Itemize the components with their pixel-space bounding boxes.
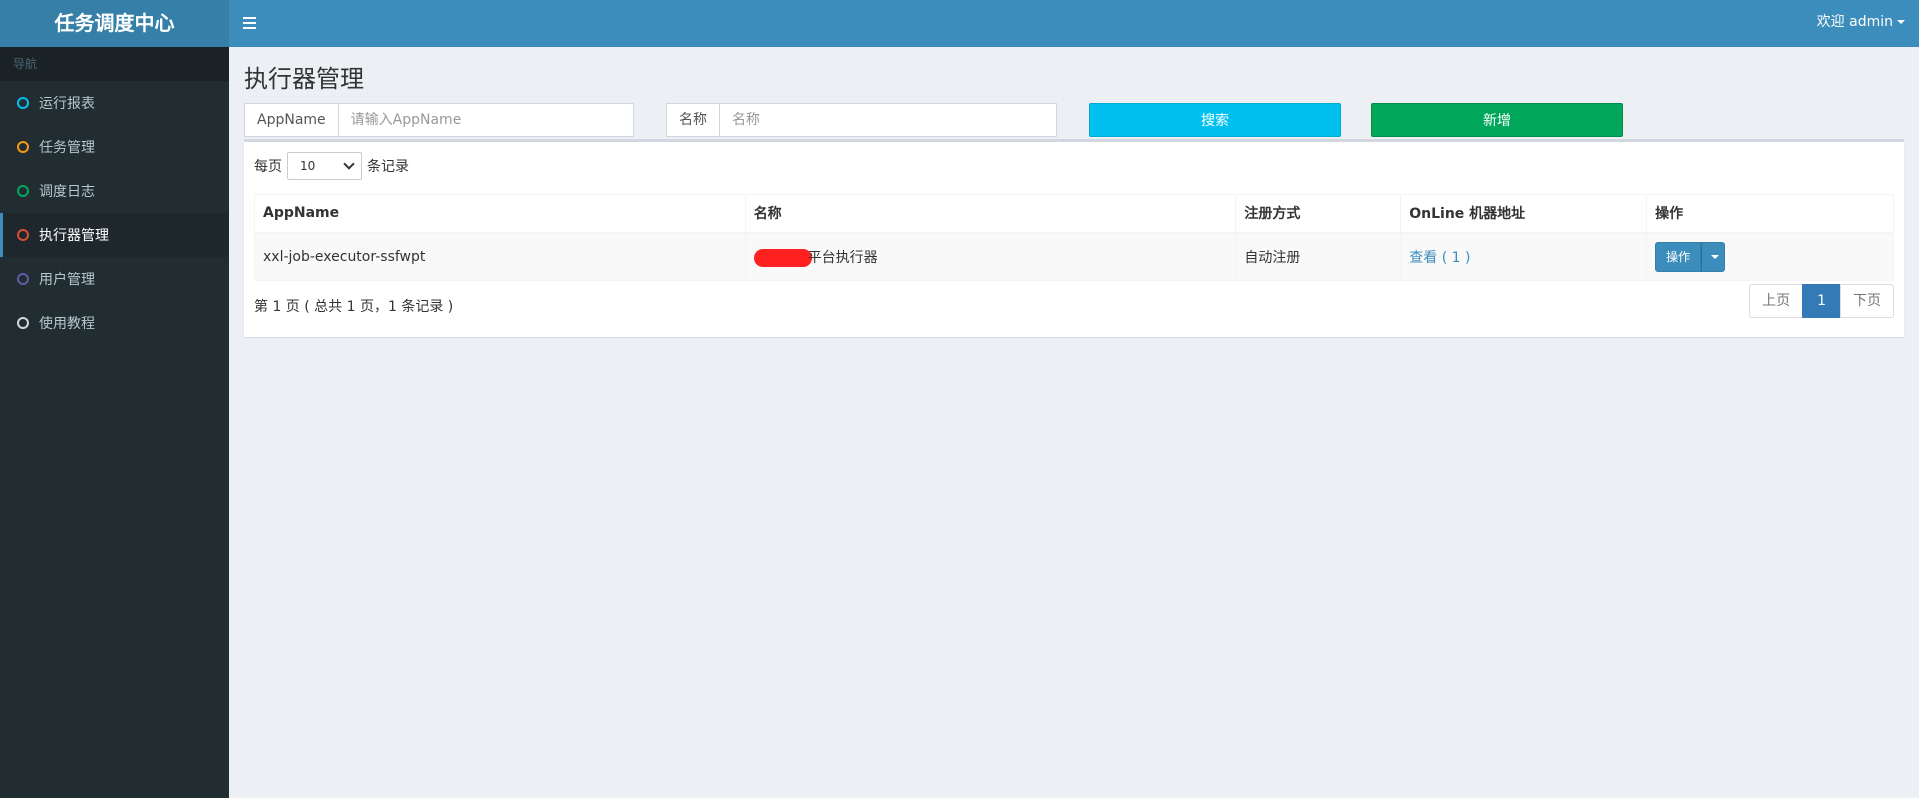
page-length-value: 10 bbox=[300, 159, 316, 173]
cell-action: 操作 bbox=[1646, 232, 1894, 281]
sidebar-item-label: 使用教程 bbox=[39, 316, 95, 332]
column-header-registry[interactable]: 注册方式 bbox=[1235, 194, 1402, 234]
add-button[interactable]: 新增 bbox=[1371, 103, 1623, 137]
chevron-down-icon bbox=[343, 158, 355, 170]
action-button[interactable]: 操作 bbox=[1655, 241, 1702, 272]
cell-name: 平台执行器 bbox=[744, 232, 1237, 281]
sidebar-item-logs[interactable]: 调度日志 bbox=[0, 169, 229, 213]
column-header-name[interactable]: 名称 bbox=[744, 194, 1237, 234]
sidebar-item-label: 执行器管理 bbox=[39, 228, 109, 244]
page-length-select[interactable]: 10 bbox=[287, 152, 362, 180]
cell-name-text: 平台执行器 bbox=[807, 249, 878, 266]
name-input[interactable] bbox=[720, 103, 1057, 137]
appname-input[interactable] bbox=[338, 103, 634, 137]
page-title: 执行器管理 bbox=[244, 65, 364, 93]
view-online-link[interactable]: 查看 ( 1 ) bbox=[1409, 250, 1470, 266]
circle-icon bbox=[17, 185, 29, 197]
top-navbar: 欢迎 admin bbox=[229, 0, 1919, 47]
caret-down-icon bbox=[1897, 20, 1905, 24]
sidebar-item-label: 任务管理 bbox=[39, 140, 95, 156]
user-greeting: 欢迎 admin bbox=[1816, 14, 1893, 30]
sidebar-item-executors[interactable]: 执行器管理 bbox=[0, 213, 229, 257]
name-label: 名称 bbox=[666, 103, 720, 137]
appname-label: AppName bbox=[244, 103, 339, 137]
caret-down-icon bbox=[1711, 254, 1720, 259]
main-content: 执行器管理 AppName 名称 搜索 新增 每页 10 条记录 AppName… bbox=[229, 47, 1919, 798]
next-page-button[interactable]: 下页 bbox=[1840, 284, 1894, 318]
circle-icon bbox=[17, 317, 29, 329]
page-1-button[interactable]: 1 bbox=[1802, 284, 1841, 318]
column-header-appname[interactable]: AppName bbox=[254, 194, 746, 234]
sidebar-item-label: 运行报表 bbox=[39, 96, 95, 112]
sidebar-item-help[interactable]: 使用教程 bbox=[0, 301, 229, 345]
sidebar-item-report[interactable]: 运行报表 bbox=[0, 81, 229, 125]
sidebar-item-label: 用户管理 bbox=[39, 272, 95, 288]
table-header-row: AppName 名称 注册方式 OnLine 机器地址 操作 bbox=[254, 194, 1894, 234]
search-button[interactable]: 搜索 bbox=[1089, 103, 1341, 137]
sidebar-item-users[interactable]: 用户管理 bbox=[0, 257, 229, 301]
page-length-control: 每页 10 条记录 bbox=[254, 152, 409, 180]
circle-icon bbox=[17, 229, 29, 241]
user-menu[interactable]: 欢迎 admin bbox=[1817, 0, 1905, 44]
sidebar-header: 导航 bbox=[0, 47, 229, 81]
redaction-mark bbox=[753, 248, 812, 267]
circle-icon bbox=[17, 97, 29, 109]
app-logo[interactable]: 任务调度中心 bbox=[0, 0, 229, 47]
cell-online: 查看 ( 1 ) bbox=[1400, 232, 1648, 281]
table-row: xxl-job-executor-ssfwpt 平台执行器 自动注册 查看 ( … bbox=[254, 232, 1894, 281]
sidebar-toggle-icon[interactable] bbox=[243, 13, 265, 33]
cell-registry: 自动注册 bbox=[1235, 232, 1402, 281]
sidebar: 导航 运行报表 任务管理 调度日志 执行器管理 用户管理 使用教程 bbox=[0, 47, 229, 798]
table-info: 第 1 页 ( 总共 1 页，1 条记录 ) bbox=[254, 299, 454, 315]
action-dropdown-toggle[interactable] bbox=[1701, 241, 1726, 272]
action-button-group: 操作 bbox=[1655, 241, 1726, 272]
pagination: 上页 1 下页 bbox=[1749, 284, 1894, 318]
sidebar-item-jobs[interactable]: 任务管理 bbox=[0, 125, 229, 169]
length-suffix: 条记录 bbox=[367, 159, 409, 175]
name-filter: 名称 bbox=[666, 103, 1057, 137]
executor-table: AppName 名称 注册方式 OnLine 机器地址 操作 xxl-job-e… bbox=[254, 194, 1894, 281]
cell-appname: xxl-job-executor-ssfwpt bbox=[254, 232, 746, 281]
prev-page-button[interactable]: 上页 bbox=[1749, 284, 1804, 318]
column-header-action: 操作 bbox=[1646, 194, 1894, 234]
sidebar-item-label: 调度日志 bbox=[39, 184, 95, 200]
circle-icon bbox=[17, 141, 29, 153]
column-header-online[interactable]: OnLine 机器地址 bbox=[1400, 194, 1648, 234]
appname-filter: AppName bbox=[244, 103, 634, 137]
executor-table-box: 每页 10 条记录 AppName 名称 注册方式 OnLine 机器地址 操作… bbox=[244, 139, 1904, 337]
length-prefix: 每页 bbox=[254, 159, 282, 175]
circle-icon bbox=[17, 273, 29, 285]
